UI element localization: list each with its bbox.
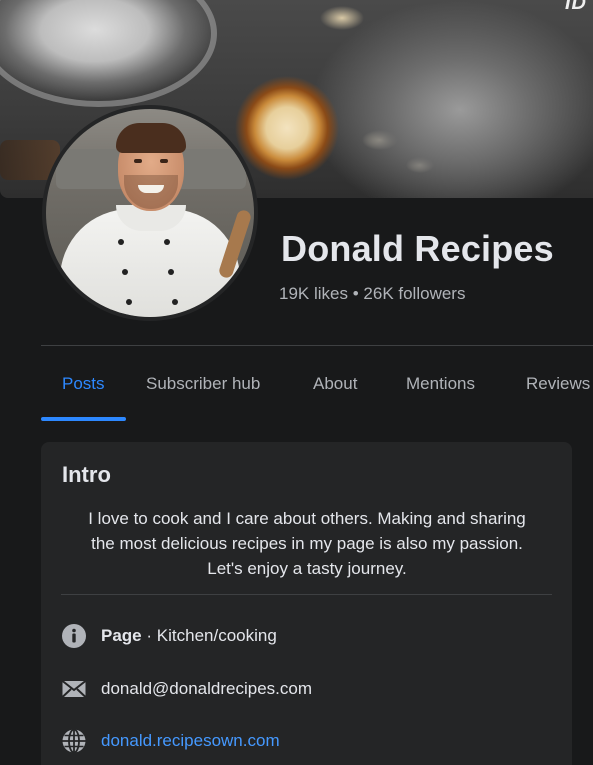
tab-posts[interactable]: Posts	[62, 374, 105, 394]
category-label: Page	[101, 626, 142, 645]
likes-count[interactable]: 19K likes	[279, 284, 348, 303]
intro-divider	[61, 594, 552, 595]
active-tab-indicator	[41, 417, 126, 421]
intro-bio: I love to cook and I care about others. …	[57, 506, 557, 581]
bio-line: I love to cook and I care about others. …	[88, 509, 526, 528]
cover-watermark: ID	[565, 0, 587, 14]
profile-tabs: Posts Subscriber hub About Mentions Revi…	[41, 346, 593, 422]
tab-reviews[interactable]: Reviews	[526, 374, 590, 394]
email-row: donald@donaldrecipes.com	[61, 675, 312, 703]
category-row: Page · Kitchen/cooking	[61, 622, 277, 650]
website-row: donald.recipesown.com	[61, 727, 280, 755]
intro-card: Intro I love to cook and I care about ot…	[41, 442, 572, 765]
bio-line: Let's enjoy a tasty journey.	[207, 559, 407, 578]
tab-about[interactable]: About	[313, 374, 357, 394]
stats-separator: •	[352, 284, 359, 303]
email-value[interactable]: donald@donaldrecipes.com	[101, 679, 312, 699]
profile-page: ID Donald Recipes 19K likes • 26K follow…	[0, 0, 593, 765]
cover-bowl	[0, 0, 217, 107]
envelope-icon	[61, 676, 87, 702]
profile-avatar[interactable]	[42, 105, 258, 321]
category-separator: ·	[146, 626, 153, 645]
info-icon	[61, 623, 87, 649]
page-stats: 19K likes • 26K followers	[279, 284, 465, 304]
page-title: Donald Recipes	[281, 228, 554, 269]
website-link[interactable]: donald.recipesown.com	[101, 731, 280, 751]
avatar-photo	[46, 109, 254, 317]
followers-count[interactable]: 26K followers	[363, 284, 465, 303]
tab-subscriber-hub[interactable]: Subscriber hub	[146, 374, 260, 394]
category-value: Kitchen/cooking	[156, 626, 277, 645]
intro-title: Intro	[62, 462, 111, 487]
bio-line: the most delicious recipes in my page is…	[91, 534, 523, 553]
tab-mentions[interactable]: Mentions	[406, 374, 475, 394]
globe-icon	[61, 728, 87, 754]
